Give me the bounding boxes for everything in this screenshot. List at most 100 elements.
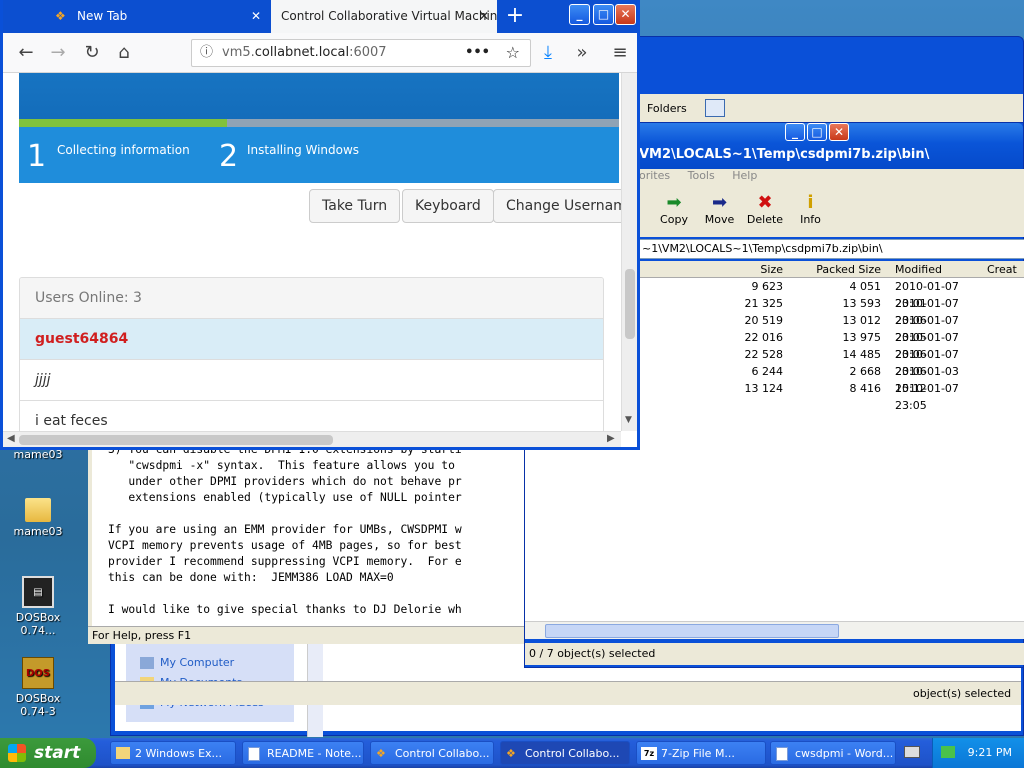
keyboard-tray-icon[interactable] [904, 746, 920, 758]
copy-button[interactable]: ➡ Copy [653, 193, 695, 227]
column-created[interactable]: Creat [985, 261, 1024, 277]
step1-number: 1 [27, 139, 47, 174]
user-name: i eat feces [35, 413, 108, 429]
views-icon[interactable] [705, 99, 725, 117]
network-tray-icon[interactable] [941, 746, 955, 758]
page-vscroll[interactable]: ▼ [621, 73, 637, 431]
change-username-button[interactable]: Change Username [493, 189, 635, 223]
notepad-icon [248, 747, 260, 761]
start-button[interactable]: start [0, 738, 96, 768]
delete-button[interactable]: ✖ Delete [744, 192, 786, 227]
table-cell: 13 012 [842, 314, 882, 327]
maximize-button[interactable]: □ [807, 123, 827, 141]
bookmark-star-icon[interactable]: ☆ [506, 40, 520, 66]
user-row[interactable]: i eat feces [20, 400, 603, 431]
move-button[interactable]: ➡ Move [699, 192, 741, 227]
scroll-thumb[interactable] [545, 624, 839, 638]
vm-screen[interactable]: 1 Collecting information 2 Installing Wi… [19, 73, 619, 183]
notepad-line [108, 506, 512, 522]
table-cell: 13 124 [744, 382, 784, 395]
sidebar-item-my-computer[interactable]: My Computer [140, 656, 234, 669]
task-label: 7-Zip File M... [661, 747, 735, 760]
menu-help[interactable]: Help [732, 169, 757, 182]
scroll-thumb[interactable] [625, 269, 635, 339]
desktop-icon-dosbox-a[interactable]: ▤ DOSBox 0.74... [1, 576, 75, 637]
menu-icon[interactable]: ≡ [607, 40, 633, 66]
taskbar-item-browser-1[interactable]: ❖ Control Collabo... [370, 741, 494, 765]
taskbar-item-7zip[interactable]: 7z 7-Zip File M... [636, 741, 766, 765]
desktop-icon-mame03-b[interactable]: mame03 [1, 495, 75, 538]
tab-new-tab[interactable]: ❖ New Tab ✕ [47, 0, 271, 33]
take-turn-button[interactable]: Take Turn [309, 189, 401, 223]
column-modified[interactable]: Modified [885, 261, 985, 277]
page-hscroll[interactable]: ◀ ▶ [3, 431, 621, 447]
user-row[interactable]: jjjj [20, 359, 603, 400]
column-size[interactable]: Size [639, 261, 789, 277]
close-button[interactable]: ✕ [829, 123, 849, 141]
delete-icon: ✖ [757, 192, 773, 213]
sevenzip-hscroll[interactable] [525, 621, 1024, 639]
notepad-window[interactable]: 3) You can disable the DPMI 1.0 extensio… [88, 440, 528, 644]
clock[interactable]: 9:21 PM [968, 746, 1012, 759]
tab-control-collaborative[interactable]: Control Collaborative Virtual Machines! … [271, 0, 497, 33]
dosbox-shortcut-icon: ▤ [22, 576, 54, 608]
info-button[interactable]: i Info [790, 193, 832, 227]
back-icon[interactable]: ← [13, 40, 39, 66]
table-cell: 13 975 [842, 331, 882, 344]
task-label: Control Collabo... [525, 747, 620, 760]
tab-close-icon[interactable]: ✕ [479, 0, 489, 33]
home-icon[interactable]: ⌂ [111, 40, 137, 66]
keyboard-button[interactable]: Keyboard [402, 189, 494, 223]
taskbar-item-browser-2[interactable]: ❖ Control Collabo... [500, 741, 630, 765]
window-close-button[interactable]: ✕ [615, 4, 636, 25]
explorer-status-text: object(s) selected [913, 687, 1012, 700]
table-cell: 20 519 [744, 314, 784, 327]
new-tab-button[interactable]: + [503, 0, 527, 33]
notepad-text[interactable]: 3) You can disable the DPMI 1.0 extensio… [92, 440, 528, 626]
notepad-line: I would like to give special thanks to D… [108, 603, 462, 616]
url-bar[interactable]: ⓘ vm5.collabnet.local:6007 ••• ☆ [191, 39, 531, 67]
menu-favorites[interactable]: orites [639, 169, 670, 182]
users-online-panel: Users Online: 3 guest64864 jjjj i eat fe… [19, 277, 604, 431]
url-domain: collabnet.local [254, 45, 350, 60]
sevenzip-icon: 7z [641, 747, 657, 760]
table-cell: 2010-01-07 23:05 [895, 382, 959, 412]
minimize-button[interactable]: _ [785, 123, 805, 141]
scroll-down-icon[interactable]: ▼ [625, 415, 632, 425]
url-host: vm5. [222, 45, 255, 60]
download-icon[interactable]: ⤓ [535, 40, 561, 66]
scroll-right-icon[interactable]: ▶ [607, 433, 615, 444]
notepad-line [108, 586, 512, 602]
table-cell: 6 244 [751, 365, 784, 378]
sevenzip-title: VM2\LOCALS~1\Temp\csdpmi7b.zip\bin\ [639, 147, 930, 162]
sidebar-label: My Computer [160, 656, 235, 669]
step2-number: 2 [219, 139, 239, 174]
scroll-left-icon[interactable]: ◀ [7, 433, 15, 444]
desktop-icon-dosbox-b[interactable]: DOS DOSBox 0.74-3 [1, 657, 75, 718]
window-minimize-button[interactable]: _ [569, 4, 590, 25]
page-actions-icon[interactable]: ••• [465, 40, 490, 66]
move-icon: ➡ [711, 192, 728, 213]
reload-icon[interactable]: ↻ [79, 40, 105, 66]
start-label: start [34, 743, 81, 763]
notepad-line: "cwsdpmi -x" syntax. This feature allows… [108, 459, 455, 472]
forward-icon[interactable]: → [45, 40, 71, 66]
table-cell: 2010-01-03 15:12 [895, 365, 959, 395]
tab-close-icon[interactable]: ✕ [251, 0, 261, 33]
menu-tools[interactable]: Tools [688, 169, 715, 182]
taskbar-item-explorer[interactable]: 2 Windows Ex... [110, 741, 236, 765]
taskbar-item-notepad[interactable]: README - Note... [242, 741, 364, 765]
notepad-line: extensions enabled (typically use of NUL… [108, 491, 462, 504]
folders-button[interactable]: Folders [647, 102, 687, 115]
column-packed-size[interactable]: Packed Size [789, 261, 885, 277]
info-icon[interactable]: ⓘ [200, 40, 213, 66]
table-cell: 2010-01-07 23:06 [895, 331, 959, 361]
scroll-thumb[interactable] [19, 435, 333, 445]
task-label: cwsdpmi - Word... [795, 747, 894, 760]
overflow-icon[interactable]: » [569, 40, 595, 66]
table-cell: 2 668 [849, 365, 882, 378]
user-row-active[interactable]: guest64864 [20, 318, 603, 359]
window-maximize-button[interactable]: □ [593, 4, 614, 25]
browser-window[interactable]: ❖ New Tab ✕ Control Collaborative Virtua… [0, 0, 640, 450]
taskbar-item-word[interactable]: cwsdpmi - Word... [770, 741, 896, 765]
